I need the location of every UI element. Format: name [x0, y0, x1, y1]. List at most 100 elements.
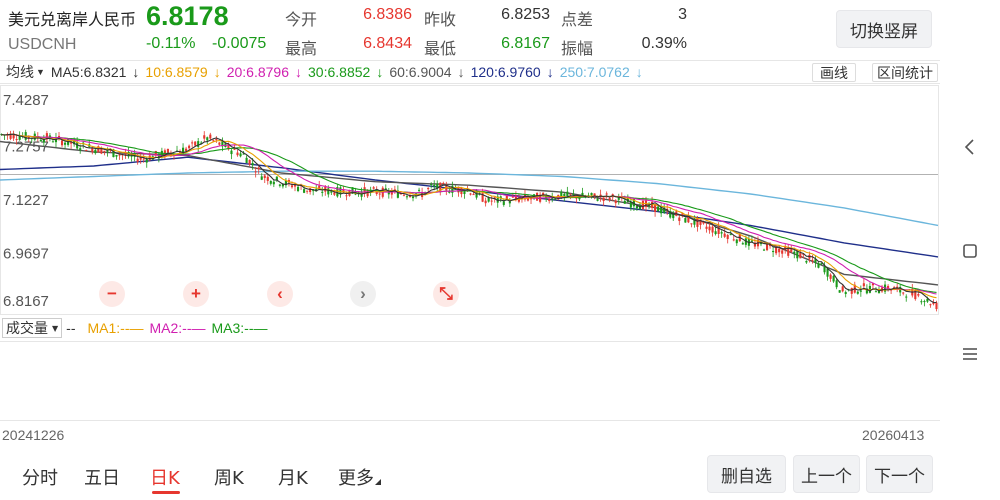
candle-body — [60, 140, 64, 146]
instrument-name: 美元兑离岸人民币 — [8, 10, 137, 29]
candle-body — [548, 199, 551, 201]
candle-body — [430, 184, 433, 186]
back-nav-icon[interactable] — [960, 137, 980, 157]
candle-body — [339, 187, 342, 194]
open-value: 6.8386 — [363, 6, 412, 23]
volume-selector[interactable]: 成交量 ▼ — [2, 318, 63, 338]
candle-body — [508, 201, 511, 204]
candle-body — [923, 301, 926, 303]
minus-icon: − — [107, 284, 117, 303]
candle-body — [572, 194, 575, 196]
ma-legend-item: MA5:6.8321 — [50, 64, 127, 80]
candle-body — [708, 226, 711, 231]
candle-body — [185, 148, 188, 151]
candle-body — [263, 175, 266, 179]
candle-body — [148, 155, 151, 161]
arrow-down-icon: ↓ — [376, 64, 384, 80]
candle-body — [51, 141, 55, 143]
ma-legend-item: 20:6.8796 — [226, 64, 290, 80]
candle-body — [254, 171, 257, 173]
candle-body — [490, 200, 493, 202]
ma-legend-item: 60:6.9004 — [389, 64, 452, 80]
last-price: 6.8178 — [146, 1, 229, 31]
next-button[interactable]: 下一个 — [866, 455, 933, 493]
candle-body — [778, 248, 781, 253]
more-caret-icon[interactable] — [375, 479, 381, 485]
candle-body — [696, 218, 699, 227]
chevron-right-icon: › — [360, 284, 366, 303]
candle-body — [427, 188, 430, 190]
candle-body — [805, 260, 808, 263]
candle-body — [345, 195, 348, 197]
zoom-in-button[interactable]: + — [183, 281, 209, 307]
ma-selector[interactable]: 均线 — [6, 62, 34, 82]
candle-body — [203, 135, 206, 139]
zoom-out-button[interactable]: − — [99, 281, 125, 307]
switch-portrait-button[interactable]: 切换竖屏 — [836, 10, 932, 48]
candle-body — [85, 149, 88, 151]
menu-nav-icon[interactable] — [960, 344, 980, 364]
candle-body — [218, 142, 221, 145]
candle-body — [569, 193, 572, 195]
home-nav-icon[interactable] — [960, 241, 980, 261]
candle-body — [590, 192, 593, 196]
draw-line-button[interactable]: 画线 — [812, 63, 856, 82]
tab-weekly-k[interactable]: 周K — [214, 464, 244, 490]
candle-body — [378, 193, 381, 195]
candle-body — [735, 239, 738, 244]
candle-body — [321, 191, 324, 193]
candle-body — [862, 283, 865, 287]
ma-legend-item: 250:7.0762 — [559, 64, 630, 80]
candle-body — [260, 176, 263, 180]
volume-chart[interactable] — [0, 341, 940, 421]
candle-body — [641, 200, 645, 209]
tab-monthly-k[interactable]: 月K — [278, 464, 308, 490]
tab-more[interactable]: 更多 — [338, 464, 374, 490]
candle-body — [750, 240, 753, 242]
candle-body — [850, 287, 853, 294]
candle-body — [166, 148, 169, 153]
y-tick-label: 7.4287 — [3, 92, 49, 109]
candle-body — [563, 193, 566, 197]
pan-left-button[interactable]: ‹ — [267, 281, 293, 307]
candle-body — [793, 251, 796, 254]
kline-chart[interactable]: 7.4287 7.2757 7.1227 6.9697 6.8167 — [0, 85, 940, 315]
pan-right-button[interactable]: › — [350, 281, 376, 307]
prev-close-value: 6.8253 — [501, 6, 550, 23]
range-stats-button[interactable]: 区间统计 — [872, 63, 938, 82]
tab-five-day[interactable]: 五日 — [84, 464, 120, 490]
spread-value: 3 — [678, 6, 687, 23]
plus-icon: + — [191, 284, 201, 303]
volume-legend: 成交量 ▼ -- MA1:--— MA2:--— MA3:--— — [0, 316, 940, 340]
reset-zoom-button[interactable]: ⤡ — [433, 281, 459, 307]
collapse-icon: ⤡ — [439, 284, 453, 303]
candle-body — [905, 296, 908, 298]
candle-body — [856, 291, 859, 294]
candle-body — [790, 249, 793, 252]
candle-body — [79, 148, 82, 151]
candle-body — [142, 158, 145, 160]
remove-watchlist-button[interactable]: 删自选 — [707, 455, 786, 493]
candle-body — [472, 194, 475, 196]
arrow-down-icon: ↓ — [132, 64, 140, 80]
arrow-down-icon: ↓ — [213, 64, 221, 80]
candle-body — [136, 158, 139, 162]
candle-body — [829, 274, 832, 279]
candle-body — [94, 149, 97, 154]
candle-body — [327, 188, 330, 195]
arrow-down-icon: ↓ — [546, 64, 554, 80]
candle-body — [197, 141, 200, 147]
ma-selector-caret-icon[interactable]: ▼ — [36, 67, 45, 77]
candle-body — [118, 154, 121, 156]
spread-label: 点差 — [561, 10, 594, 29]
tab-intraday[interactable]: 分时 — [22, 464, 58, 490]
tab-daily-k[interactable]: 日K — [150, 464, 180, 490]
previous-button[interactable]: 上一个 — [793, 455, 860, 493]
candle-body — [303, 189, 306, 193]
candle-body — [823, 266, 826, 273]
candle-body — [732, 239, 735, 241]
active-tab-indicator — [152, 491, 180, 494]
candle-body — [714, 231, 717, 235]
candle-body — [660, 207, 663, 214]
candle-body — [811, 259, 814, 261]
